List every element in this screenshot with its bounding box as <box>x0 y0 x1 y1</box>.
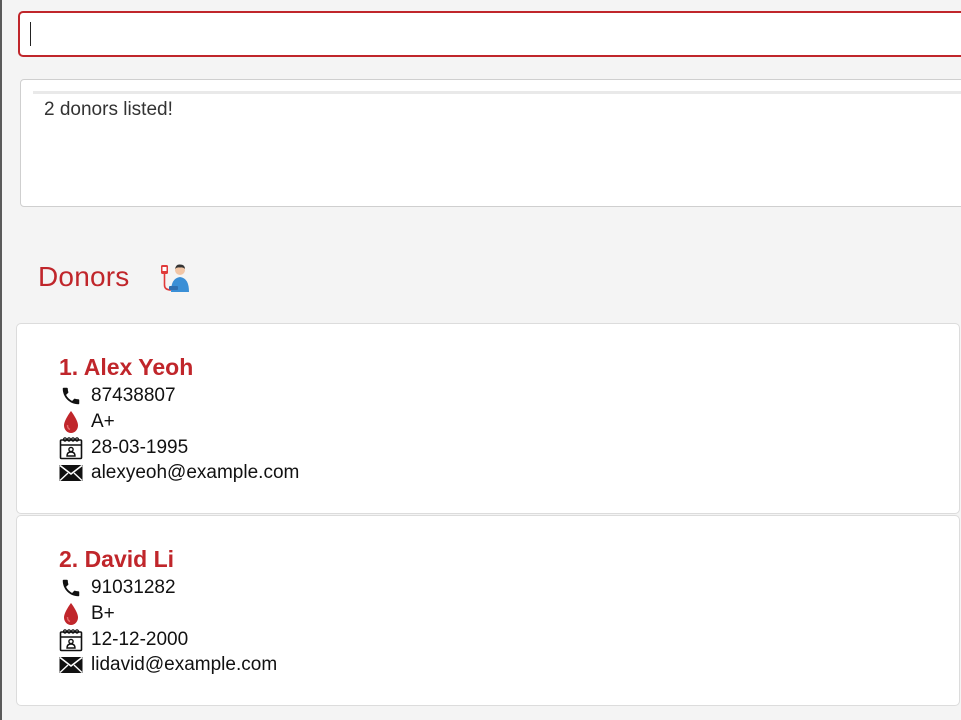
donor-phone-row: 87438807 <box>59 383 176 409</box>
donor-phone: 87438807 <box>91 385 176 406</box>
donor-card[interactable]: 1. Alex Yeoh 87438807 A+ 28-03-1995 alex… <box>16 323 960 514</box>
command-input[interactable] <box>18 11 961 57</box>
donor-email-row: alexyeoh@example.com <box>59 460 299 486</box>
donor-phone-row: 91031282 <box>59 575 176 601</box>
result-divider <box>33 91 961 94</box>
email-icon <box>59 653 83 677</box>
donor-icon <box>161 264 190 292</box>
phone-icon <box>59 384 83 408</box>
donor-list-header: Donors <box>38 259 193 295</box>
donor-list-title: Donors <box>38 261 130 292</box>
calendar-icon <box>59 436 83 460</box>
blood-drop-icon <box>59 602 83 626</box>
donor-email: alexyeoh@example.com <box>91 462 300 483</box>
phone-icon <box>59 576 83 600</box>
donor-birthday-row: 28-03-1995 <box>59 435 188 461</box>
donor-blood-type: A+ <box>91 411 115 432</box>
email-icon <box>59 461 83 485</box>
donor-birth-date: 28-03-1995 <box>91 437 189 458</box>
calendar-icon <box>59 628 83 652</box>
donor-blood-type: B+ <box>91 603 115 624</box>
blood-drop-icon <box>59 410 83 434</box>
donor-email-row: lidavid@example.com <box>59 652 277 678</box>
donor-name: 1. Alex Yeoh <box>59 354 194 380</box>
window-edge <box>0 0 2 720</box>
donor-name: 2. David Li <box>59 546 175 572</box>
donor-email: lidavid@example.com <box>91 654 278 675</box>
donor-blood-row: B+ <box>59 601 115 627</box>
donor-blood-row: A+ <box>59 409 115 435</box>
donor-phone: 91031282 <box>91 577 176 598</box>
result-message: 2 donors listed! <box>44 99 173 120</box>
result-display: 2 donors listed! <box>20 79 961 207</box>
donor-card[interactable]: 2. David Li 91031282 B+ 12-12-2000 lidav… <box>16 515 960 706</box>
donor-birth-date: 12-12-2000 <box>91 629 189 650</box>
donor-birthday-row: 12-12-2000 <box>59 627 188 653</box>
text-caret <box>30 22 31 46</box>
